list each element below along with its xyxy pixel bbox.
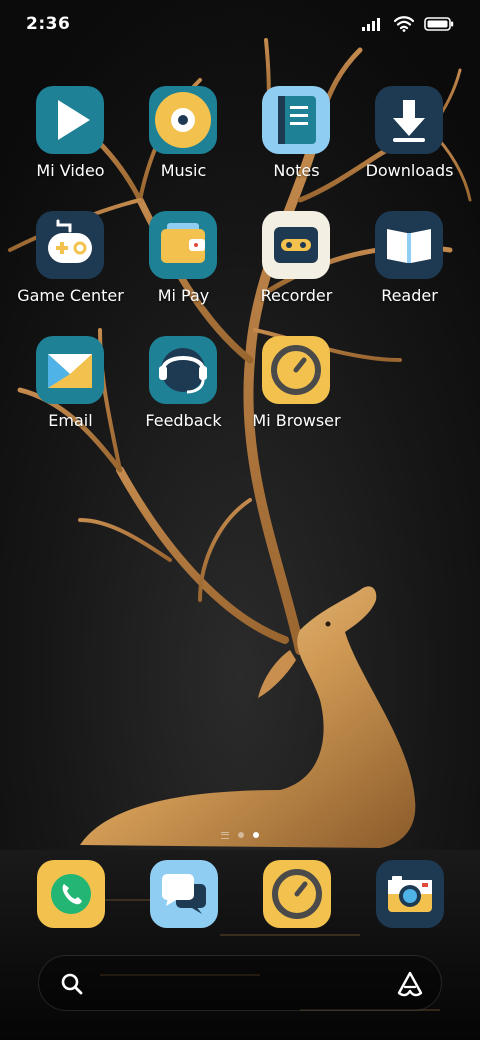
- app-label: Email: [48, 411, 93, 430]
- page-dot: [238, 832, 244, 838]
- headset-icon: [149, 336, 217, 404]
- cassette-icon: [262, 211, 330, 279]
- dock-messages[interactable]: [150, 860, 218, 928]
- app-mi-pay[interactable]: Mi Pay: [127, 211, 240, 331]
- page-dot-active: [253, 832, 259, 838]
- status-bar: 2:36: [0, 0, 480, 52]
- play-icon: [36, 86, 104, 154]
- app-label: Recorder: [260, 286, 333, 305]
- compass-icon: [263, 860, 331, 928]
- gamepad-icon: [36, 211, 104, 279]
- search-icon[interactable]: [59, 971, 85, 997]
- app-label: Game Center: [17, 286, 124, 305]
- status-time: 2:36: [26, 14, 71, 34]
- compass-icon: [262, 336, 330, 404]
- notes-icon: [262, 86, 330, 154]
- battery-icon: [424, 17, 454, 31]
- music-disc-icon: [149, 86, 217, 154]
- app-feedback[interactable]: Feedback: [127, 336, 240, 456]
- app-mi-browser[interactable]: Mi Browser: [240, 336, 353, 456]
- app-reader[interactable]: Reader: [353, 211, 466, 331]
- status-icons: [362, 16, 454, 32]
- page-list-indicator: [221, 831, 229, 839]
- phone-icon: [37, 860, 105, 928]
- app-label: Reader: [381, 286, 438, 305]
- search-bar[interactable]: [38, 955, 442, 1011]
- dock-browser[interactable]: [263, 860, 331, 928]
- dock-phone[interactable]: [37, 860, 105, 928]
- signal-icon: [362, 18, 380, 31]
- app-label: Feedback: [145, 411, 222, 430]
- app-label: Mi Pay: [157, 286, 210, 305]
- app-notes[interactable]: Notes: [240, 86, 353, 206]
- app-downloads[interactable]: Downloads: [353, 86, 466, 206]
- messages-icon: [150, 860, 218, 928]
- page-indicator[interactable]: [0, 828, 480, 842]
- app-label: Downloads: [365, 161, 454, 180]
- app-label: Music: [160, 161, 207, 180]
- open-book-icon: [375, 211, 443, 279]
- app-label: Notes: [273, 161, 320, 180]
- app-email[interactable]: Email: [14, 336, 127, 456]
- wifi-icon: [394, 16, 414, 32]
- download-arrow-icon: [375, 86, 443, 154]
- app-label: Mi Browser: [252, 411, 341, 430]
- wallet-icon: [149, 211, 217, 279]
- app-music[interactable]: Music: [127, 86, 240, 206]
- dock-camera[interactable]: [376, 860, 444, 928]
- app-recorder[interactable]: Recorder: [240, 211, 353, 331]
- app-label: Mi Video: [36, 161, 105, 180]
- camera-icon: [376, 860, 444, 928]
- app-game-center[interactable]: Game Center: [14, 211, 127, 331]
- app-mi-video[interactable]: Mi Video: [14, 86, 127, 206]
- assistant-icon[interactable]: [395, 970, 425, 998]
- envelope-icon: [36, 336, 104, 404]
